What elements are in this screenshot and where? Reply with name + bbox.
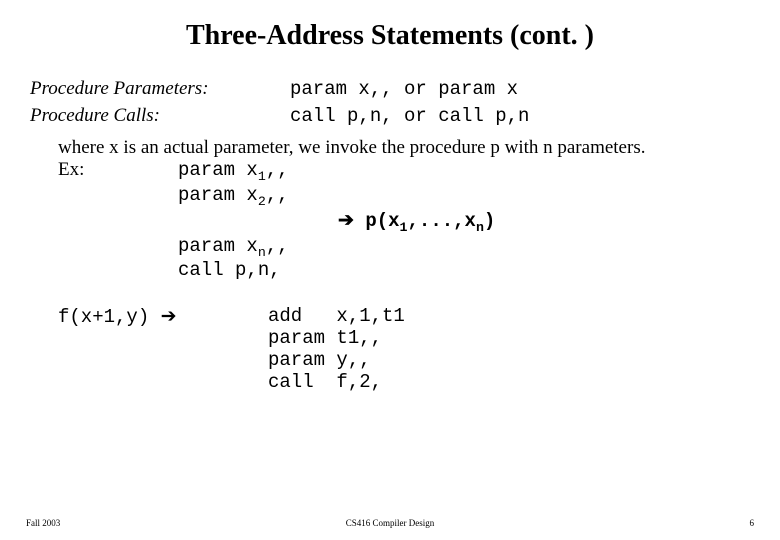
ex-row-3: param xn,, [58, 235, 750, 260]
arrow-icon: ➔ [338, 210, 354, 231]
call-label: Procedure Calls: [30, 103, 290, 130]
fcall-r1: add x,1,t1 [268, 305, 405, 327]
footer-right: 6 [750, 518, 755, 528]
arrow-icon: ➔ [161, 306, 177, 327]
fcall-r4: call f,2, [268, 371, 405, 393]
fcall-r3: param y,, [268, 349, 405, 371]
where-text: where x is an actual parameter, we invok… [58, 137, 750, 159]
implies-line: ➔ p(x1,...,xn) [338, 209, 495, 235]
call-code: call p,n, or call p,n [290, 103, 529, 130]
def-row-params: Procedure Parameters: param x,, or param… [30, 76, 750, 103]
ex-row-4: call p,n, [58, 259, 750, 281]
ex-row-2: param x2,, [58, 184, 750, 209]
ex-row-arrow: ➔ p(x1,...,xn) [58, 209, 750, 235]
fcall-left: f(x+1,y) ➔ [58, 305, 268, 393]
ex-row-1: Ex: param x1,, [58, 159, 750, 184]
ex-code-1: param x1,, [178, 159, 289, 184]
fcall-r2: param t1,, [268, 327, 405, 349]
fcall-right: add x,1,t1 param t1,, param y,, call f,2… [268, 305, 405, 393]
param-code: param x,, or param x [290, 76, 518, 103]
ex-code-3: param xn,, [178, 235, 289, 260]
ex-label: Ex: [58, 159, 178, 184]
fcall-block: f(x+1,y) ➔ add x,1,t1 param t1,, param y… [30, 305, 750, 393]
def-row-calls: Procedure Calls: call p,n, or call p,n [30, 103, 750, 130]
footer-left: Fall 2003 [26, 518, 60, 528]
footer: Fall 2003 CS416 Compiler Design 6 [0, 518, 780, 528]
body-block: where x is an actual parameter, we invok… [30, 137, 750, 281]
param-label: Procedure Parameters: [30, 76, 290, 103]
ex-code-4: call p,n, [178, 259, 281, 281]
slide-title: Three-Address Statements (cont. ) [30, 20, 750, 52]
footer-center: CS416 Compiler Design [346, 518, 435, 528]
ex-code-2: param x2,, [178, 184, 289, 209]
